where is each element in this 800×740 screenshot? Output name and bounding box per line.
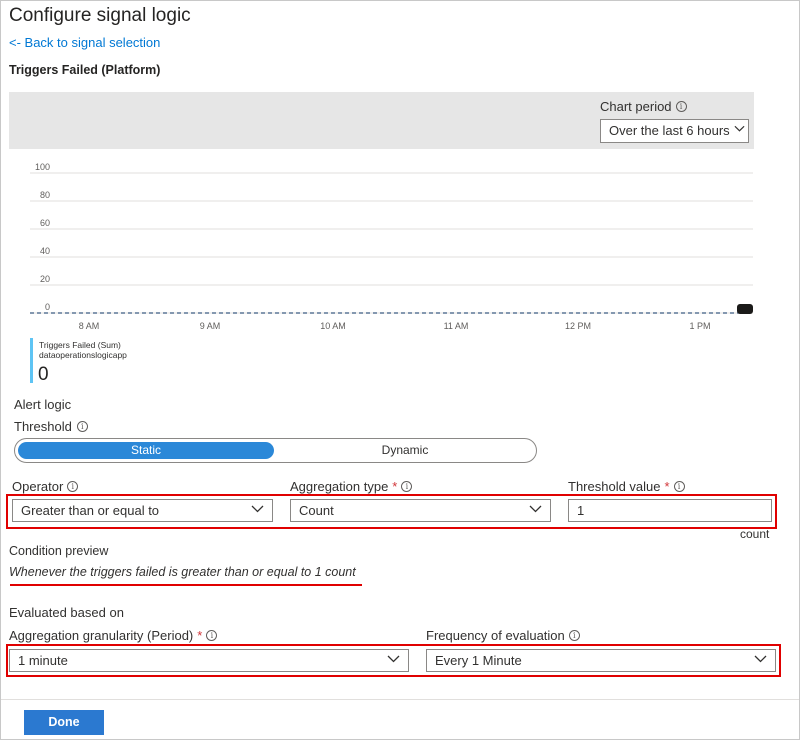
aggregation-type-value: Count <box>299 503 334 518</box>
info-icon[interactable]: i <box>673 481 685 492</box>
y-tick-label: 80 <box>40 190 50 200</box>
legend-series-name: Triggers Failed (Sum) <box>39 340 121 350</box>
threshold-value-input[interactable]: 1 <box>568 499 772 522</box>
frequency-select[interactable]: Every 1 Minute <box>426 649 776 672</box>
threshold-dynamic-option[interactable]: Dynamic <box>277 442 533 459</box>
evaluated-based-on-heading: Evaluated based on <box>9 605 124 620</box>
back-to-signal-selection-link[interactable]: <- Back to signal selection <box>9 35 160 50</box>
threshold-unit: count <box>740 527 770 541</box>
threshold-label: Threshold i <box>14 419 88 434</box>
legend-color-bar <box>30 338 33 383</box>
frequency-label: Frequency of evaluation i <box>426 628 580 643</box>
x-tick-label: 11 AM <box>444 321 469 331</box>
legend-resource-name: dataoperationslogicapp <box>39 350 127 360</box>
y-tick-label: 100 <box>35 162 50 172</box>
frequency-label-text: Frequency of evaluation <box>426 628 565 643</box>
chevron-down-icon <box>733 125 745 133</box>
granularity-label: Aggregation granularity (Period) * i <box>9 628 218 643</box>
x-tick-label: 8 AM <box>79 321 100 331</box>
threshold-value-label: Threshold value * i <box>568 479 685 494</box>
condition-preview-text: Whenever the triggers failed is greater … <box>9 565 356 579</box>
operator-select[interactable]: Greater than or equal to <box>12 499 273 522</box>
threshold-label-text: Threshold <box>14 419 72 434</box>
threshold-static-option[interactable]: Static <box>18 442 274 459</box>
done-button[interactable]: Done <box>24 710 104 735</box>
required-marker: * <box>392 479 398 494</box>
granularity-select[interactable]: 1 minute <box>9 649 409 672</box>
chevron-down-icon <box>387 655 400 663</box>
info-icon[interactable]: i <box>675 101 687 112</box>
y-tick-label: 20 <box>40 274 50 284</box>
operator-value: Greater than or equal to <box>21 503 160 518</box>
frequency-value: Every 1 Minute <box>435 653 522 668</box>
chart-period-select[interactable]: Over the last 6 hours <box>600 119 749 143</box>
signal-name: Triggers Failed (Platform) <box>9 63 161 77</box>
threshold-toggle[interactable]: Static Dynamic <box>14 438 537 463</box>
required-marker: * <box>197 628 203 643</box>
operator-label: Operator i <box>12 479 79 494</box>
chart-period-value: Over the last 6 hours <box>609 123 730 138</box>
y-tick-label: 0 <box>45 302 50 312</box>
granularity-value: 1 minute <box>18 653 68 668</box>
threshold-value-label-text: Threshold value <box>568 479 661 494</box>
info-icon[interactable]: i <box>568 630 580 641</box>
y-tick-label: 40 <box>40 246 50 256</box>
y-tick-label: 60 <box>40 218 50 228</box>
page-title: Configure signal logic <box>9 5 191 26</box>
chevron-down-icon <box>754 655 767 663</box>
alert-logic-heading: Alert logic <box>14 397 72 412</box>
chart-period-label-text: Chart period <box>600 99 672 114</box>
info-icon[interactable]: i <box>76 421 88 432</box>
chevron-down-icon <box>251 505 264 513</box>
aggregation-type-label: Aggregation type * i <box>290 479 413 494</box>
info-icon[interactable]: i <box>401 481 413 492</box>
info-icon[interactable]: i <box>206 630 218 641</box>
metric-chart: 100 80 60 40 20 0 8 AM 9 AM 10 AM 11 AM 12 PM 1 PM <box>30 162 753 331</box>
aggregation-type-select[interactable]: Count <box>290 499 551 522</box>
x-tick-label: 12 PM <box>565 321 591 331</box>
chevron-down-icon <box>529 505 542 513</box>
required-marker: * <box>664 479 670 494</box>
chart-period-label: Chart period i <box>600 99 687 114</box>
condition-preview-label: Condition preview <box>9 544 109 558</box>
x-tick-label: 9 AM <box>200 321 221 331</box>
aggregation-type-label-text: Aggregation type <box>290 479 389 494</box>
granularity-label-text: Aggregation granularity (Period) <box>9 628 194 643</box>
info-icon[interactable]: i <box>67 481 79 492</box>
x-tick-label: 1 PM <box>689 321 710 331</box>
legend-value: 0 <box>38 364 49 385</box>
x-tick-label: 10 AM <box>320 321 346 331</box>
series-end-marker <box>737 304 753 314</box>
operator-label-text: Operator <box>12 479 64 494</box>
footer-divider <box>1 699 799 700</box>
condition-highlight-underline <box>10 584 362 586</box>
